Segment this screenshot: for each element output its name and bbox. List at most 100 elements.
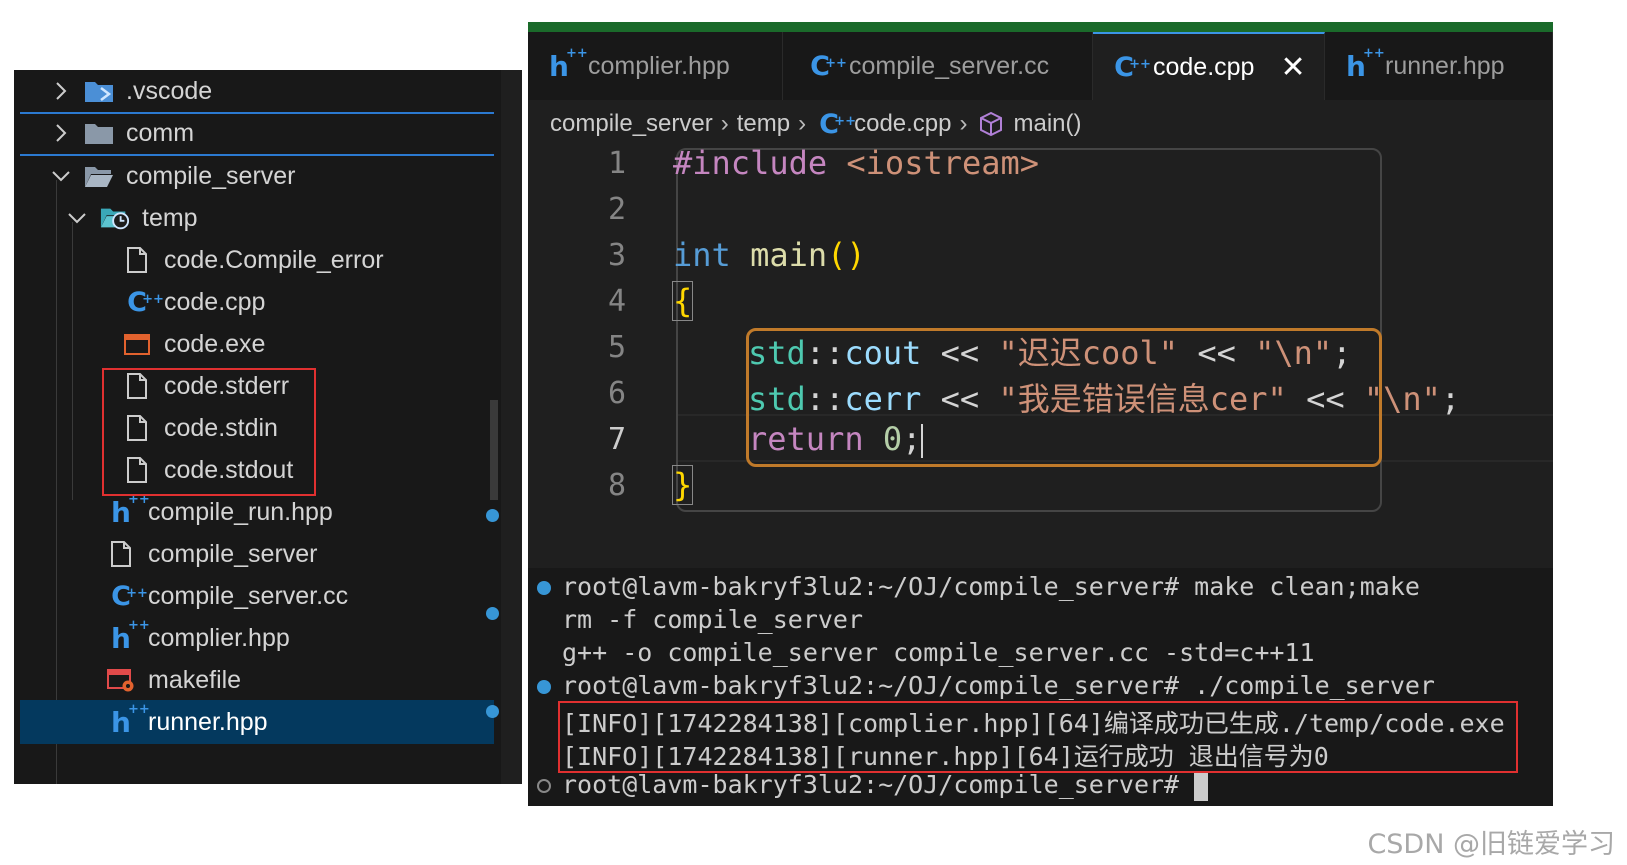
code-line: std::cout << "迟迟cool" << "\n"; <box>748 328 1351 374</box>
cpp-file-icon: C ++ <box>127 286 164 318</box>
exe-file-icon <box>122 329 152 359</box>
editor-tabs: h ++ complier.hpp C ++ compile_server.cc C… <box>528 32 1553 100</box>
tab-compile-server-cc[interactable]: C ++ compile_server.cc <box>783 32 1093 100</box>
code-token: main <box>730 236 828 274</box>
explorer-item-complier-hpp[interactable]: h ++ complier.hpp <box>20 616 494 660</box>
tab-code-cpp[interactable]: C ++ code.cpp ✕ <box>1093 32 1325 100</box>
editor-top-bar <box>528 22 1553 32</box>
chevron-right-icon[interactable] <box>50 122 72 144</box>
chevron-down-icon[interactable] <box>50 165 72 187</box>
explorer-item-compile-server-file[interactable]: compile_server <box>20 532 494 576</box>
code-token: cout <box>844 334 922 372</box>
explorer-item-label: compile_server <box>126 161 296 190</box>
explorer-item-label: comm <box>126 118 195 147</box>
line-number: 4 <box>607 284 626 319</box>
code-line: std::cerr << "我是错误信息cer" << "\n"; <box>748 374 1460 420</box>
explorer-item-vscode[interactable]: .vscode <box>20 70 494 114</box>
breadcrumb-item[interactable]: code.cpp <box>854 110 951 138</box>
code-line: { <box>671 281 694 321</box>
chevron-right-icon: › <box>959 110 968 137</box>
code-token: #include <box>673 144 828 182</box>
terminal-line: g++ -o compile_server compile_server.cc … <box>562 638 1315 667</box>
explorer-item-code-cpp[interactable]: C ++ code.cpp <box>20 280 494 324</box>
terminal-cursor <box>1194 771 1209 801</box>
modified-dot-icon <box>486 705 499 718</box>
tab-label: compile_server.cc <box>849 51 1050 80</box>
cpp-file-icon: C ++ <box>111 580 148 612</box>
explorer-item-label: compile_run.hpp <box>148 497 333 526</box>
explorer-item-label: compile_server <box>148 539 318 568</box>
explorer-item-runner-hpp[interactable]: h ++ runner.hpp <box>20 700 494 744</box>
explorer-item-label: complier.hpp <box>148 623 290 652</box>
explorer-item-compile-server-cc[interactable]: C ++ compile_server.cc <box>20 574 494 618</box>
text-cursor <box>921 424 924 458</box>
code-token: ; <box>1440 380 1461 418</box>
explorer-item-label: temp <box>142 203 198 232</box>
highlight-box <box>102 368 316 496</box>
watermark: CSDN @旧链爱学习 <box>1367 829 1615 860</box>
explorer-item-compile-server-folder[interactable]: compile_server <box>20 154 494 198</box>
hpp-file-icon: h ++ <box>549 45 588 83</box>
editor-panel: h ++ complier.hpp C ++ compile_server.cc C… <box>528 22 1553 570</box>
terminal-panel[interactable]: root@lavm-bakryf3lu2:~/OJ/compile_server… <box>528 568 1553 806</box>
tab-complier-hpp[interactable]: h ++ complier.hpp <box>528 32 783 100</box>
code-token: :: <box>805 380 845 418</box>
line-number: 3 <box>607 238 626 273</box>
code-token: << <box>921 380 999 418</box>
breadcrumb-item[interactable]: compile_server <box>550 110 713 138</box>
chevron-right-icon[interactable] <box>50 80 72 102</box>
code-token: } <box>671 465 694 505</box>
code-line: #include <iostream> <box>673 144 1039 182</box>
code-token: cerr <box>844 380 922 418</box>
breadcrumb: compile_server › temp › C ++ code.cpp › m… <box>528 104 1082 144</box>
code-token: std <box>748 334 806 372</box>
close-icon[interactable]: ✕ <box>1280 50 1305 85</box>
explorer-item-label: .vscode <box>126 76 213 105</box>
code-token: () <box>827 236 866 274</box>
chevron-right-icon: › <box>720 110 729 137</box>
code-line: } <box>671 465 694 505</box>
chevron-down-icon[interactable] <box>66 207 88 229</box>
explorer-item-comm[interactable]: comm <box>20 112 494 156</box>
code-token: { <box>671 281 694 321</box>
line-number: 5 <box>607 330 626 365</box>
breadcrumb-item[interactable]: temp <box>737 110 790 138</box>
code-token: "\n" <box>1363 380 1441 418</box>
cube-symbol-icon <box>976 109 1006 139</box>
explorer-scrollbar[interactable] <box>490 400 498 500</box>
code-editor[interactable]: 1 2 3 4 5 6 7 8 #include <iostream> int … <box>528 144 1553 564</box>
line-number: 1 <box>607 146 626 181</box>
explorer-item-makefile[interactable]: makefile <box>20 658 494 702</box>
explorer-item-temp-folder[interactable]: temp <box>20 196 494 240</box>
explorer-item-label: compile_server.cc <box>148 581 349 610</box>
tab-label: code.cpp <box>1153 52 1255 81</box>
line-number-active: 7 <box>607 422 626 457</box>
hpp-file-icon: h ++ <box>111 617 150 655</box>
code-token: "迟迟cool" <box>998 334 1179 372</box>
code-token: << <box>1286 380 1364 418</box>
explorer-panel: .vscode comm compile_server temp code.Co… <box>14 70 522 784</box>
vscode-folder-icon <box>84 76 114 106</box>
explorer-item-label: runner.hpp <box>148 707 268 736</box>
terminal-line: rm -f compile_server <box>562 605 864 634</box>
explorer-item-code-compile-error[interactable]: code.Compile_error <box>20 238 494 282</box>
code-token: << <box>921 334 999 372</box>
command-success-dot-icon <box>537 581 551 595</box>
tab-label: complier.hpp <box>588 51 730 80</box>
explorer-item-compile-run-hpp[interactable]: h ++ compile_run.hpp <box>20 490 494 534</box>
explorer-item-code-exe[interactable]: code.exe <box>20 322 494 366</box>
code-line: int main() <box>673 236 866 274</box>
terminal-prompt-text: root@lavm-bakryf3lu2:~/OJ/compile_server… <box>562 770 1195 799</box>
chevron-right-icon: › <box>798 110 807 137</box>
modified-dot-icon <box>486 509 499 522</box>
code-token: std <box>748 380 806 418</box>
breadcrumb-item[interactable]: main() <box>1014 110 1082 138</box>
temp-folder-icon <box>100 203 130 233</box>
explorer-item-label: code.Compile_error <box>164 245 384 274</box>
tab-runner-hpp[interactable]: h ++ runner.hpp <box>1325 32 1553 100</box>
command-pending-dot-icon <box>537 779 551 793</box>
folder-open-icon <box>84 161 114 191</box>
code-token: int <box>673 236 731 274</box>
hpp-file-icon: h ++ <box>1346 45 1385 83</box>
line-number: 8 <box>607 468 626 503</box>
